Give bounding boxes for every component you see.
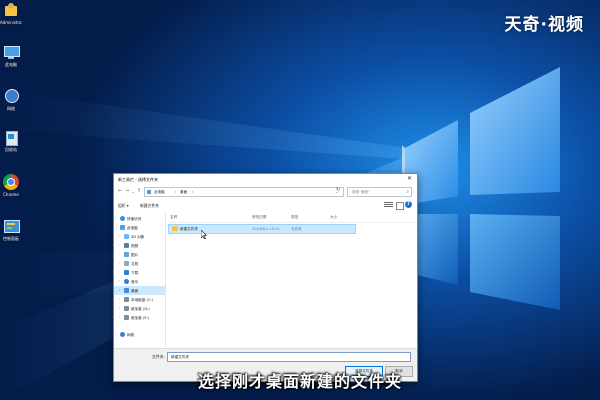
column-header-size[interactable]: 大小: [330, 215, 337, 220]
desktop-icon-label: 网络: [7, 106, 15, 111]
header-divider: [166, 222, 416, 223]
search-placeholder: 搜索"桌面": [352, 190, 370, 194]
folder-name-value: 新建文件夹: [171, 355, 189, 359]
back-arrow-icon[interactable]: ←: [117, 188, 123, 194]
help-button[interactable]: ?: [405, 201, 412, 208]
column-header-name[interactable]: 名称: [170, 215, 177, 220]
tree-item-label: 快速访问: [127, 216, 142, 221]
video-watermark: 天奇·视频: [504, 15, 584, 35]
tree-item-this-pc[interactable]: ⌄ 此电脑: [114, 223, 165, 232]
control-panel-icon: [3, 218, 20, 234]
desktop-icon-recycle-bin[interactable]: 回收站: [0, 129, 22, 152]
desktop-icon-network[interactable]: 网络: [0, 88, 22, 111]
tree-item-desktop[interactable]: › 桌面: [114, 286, 165, 295]
refresh-icon[interactable]: ↻: [336, 187, 340, 193]
dialog-title: 新工具栏 - 选择文件夹: [118, 177, 158, 182]
breadcrumb-desktop[interactable]: 桌面: [180, 190, 187, 195]
user-folder-icon: [3, 2, 19, 18]
network-icon: [3, 88, 19, 104]
view-options-icon[interactable]: [384, 202, 393, 208]
this-pc-icon: [147, 190, 151, 194]
subtitle-caption: 选择刚才桌面新建的文件夹: [197, 372, 402, 391]
breadcrumb-separator: ›: [175, 190, 177, 194]
folder-icon: [172, 226, 178, 231]
mouse-cursor-icon: [201, 230, 207, 239]
desktop-icon-this-pc[interactable]: 此电脑: [0, 44, 22, 67]
tree-item-music[interactable]: › 音乐: [114, 277, 165, 286]
tree-item-network[interactable]: › 网络: [114, 330, 165, 339]
up-arrow-icon[interactable]: ↑: [136, 188, 142, 194]
folder-field-label: 文件夹:: [152, 354, 165, 359]
navigation-pane: › 快速访问 ⌄ 此电脑 › 3D 对象 › 视频 › 图片 › 文档 › 下载…: [114, 212, 166, 347]
preview-pane-icon[interactable]: [396, 202, 404, 210]
tree-item-label: 3D 对象: [131, 234, 145, 239]
table-row[interactable]: 新建文件夹 2019/6/1 15:11 文件夹: [168, 224, 356, 234]
search-box[interactable]: 搜索"桌面" ⌕: [347, 187, 412, 197]
tree-item-label: 音乐: [131, 279, 139, 284]
desktop-icon-label: 此电脑: [5, 62, 17, 67]
tree-item-label: 视频: [131, 243, 139, 248]
row-name: 新建文件夹: [180, 227, 198, 231]
music-icon: [124, 279, 129, 284]
desktop-icon-label: Chrome: [3, 192, 19, 197]
desktop-icon-control-panel[interactable]: 控制面板: [0, 218, 22, 241]
command-bar: 组织 ▾ 新建文件夹 ?: [114, 200, 417, 211]
video-icon: [124, 243, 129, 248]
pictures-icon: [124, 252, 129, 257]
row-modified: 2019/6/1 15:11: [252, 227, 280, 231]
tree-item-label: 桌面: [131, 288, 139, 293]
tree-item-pictures[interactable]: › 图片: [114, 250, 165, 259]
desktop-icon: [124, 288, 129, 293]
search-icon: ⌕: [406, 190, 409, 195]
download-icon: [124, 270, 129, 275]
tree-item-label: 下载: [131, 270, 139, 275]
tree-item-documents[interactable]: › 文档: [114, 259, 165, 268]
tree-item-label: 文档: [131, 261, 139, 266]
organize-menu[interactable]: 组织 ▾: [118, 203, 129, 209]
desktop-icon-label: Administrator: [0, 20, 22, 25]
navigation-bar: ← → ⌄ ↑ 此电脑 › 桌面 › ⌄ ↻ 搜索"桌面" ⌕: [114, 186, 417, 198]
cube-icon: [124, 234, 129, 239]
drive-icon: [124, 306, 129, 311]
network-icon: [120, 332, 125, 337]
tree-item-drive-d[interactable]: › 新加卷 (D:): [114, 304, 165, 313]
column-header-modified[interactable]: 修改日期: [252, 215, 266, 220]
desktop-icon-label: 控制面板: [3, 236, 19, 241]
drive-icon: [124, 297, 129, 302]
desktop-icon-chrome[interactable]: Chrome: [0, 174, 22, 197]
this-pc-icon: [120, 225, 125, 230]
documents-icon: [124, 261, 129, 266]
recycle-bin-icon: [3, 129, 19, 146]
address-bar[interactable]: 此电脑 › 桌面 › ⌄: [144, 187, 344, 197]
tree-item-videos[interactable]: › 视频: [114, 241, 165, 250]
desktop-icon-administrator[interactable]: Administrator: [0, 2, 22, 25]
drive-icon: [124, 315, 129, 320]
breadcrumb-separator: ›: [192, 190, 194, 194]
tree-item-label: 新加卷 (E:): [131, 315, 150, 320]
folder-name-input[interactable]: 新建文件夹: [167, 352, 411, 362]
tree-item-drive-c[interactable]: › 本地磁盘 (C:): [114, 295, 165, 304]
row-type: 文件夹: [291, 227, 302, 231]
close-button[interactable]: ✕: [405, 175, 414, 183]
select-folder-dialog: 新工具栏 - 选择文件夹 ✕ ← → ⌄ ↑ 此电脑 › 桌面 › ⌄ ↻ 搜索…: [113, 173, 418, 382]
tree-item-label: 本地磁盘 (C:): [131, 297, 154, 302]
tree-item-label: 图片: [131, 252, 139, 257]
dialog-titlebar[interactable]: 新工具栏 - 选择文件夹 ✕: [114, 174, 417, 185]
tree-item-label: 新加卷 (D:): [131, 306, 150, 311]
tree-item-drive-e[interactable]: › 新加卷 (E:): [114, 313, 165, 322]
tree-item-3d-objects[interactable]: › 3D 对象: [114, 232, 165, 241]
this-pc-icon: [3, 44, 20, 60]
chrome-icon: [3, 174, 19, 190]
tree-item-label: 网络: [127, 332, 135, 337]
column-header-type[interactable]: 类型: [291, 215, 298, 220]
tree-item-quick-access[interactable]: › 快速访问: [114, 214, 165, 223]
tree-item-downloads[interactable]: › 下载: [114, 268, 165, 277]
new-folder-button[interactable]: 新建文件夹: [140, 203, 159, 209]
desktop-icon-label: 回收站: [5, 147, 17, 152]
star-icon: [120, 216, 125, 221]
tree-item-label: 此电脑: [127, 225, 138, 230]
breadcrumb-this-pc[interactable]: 此电脑: [154, 190, 165, 195]
